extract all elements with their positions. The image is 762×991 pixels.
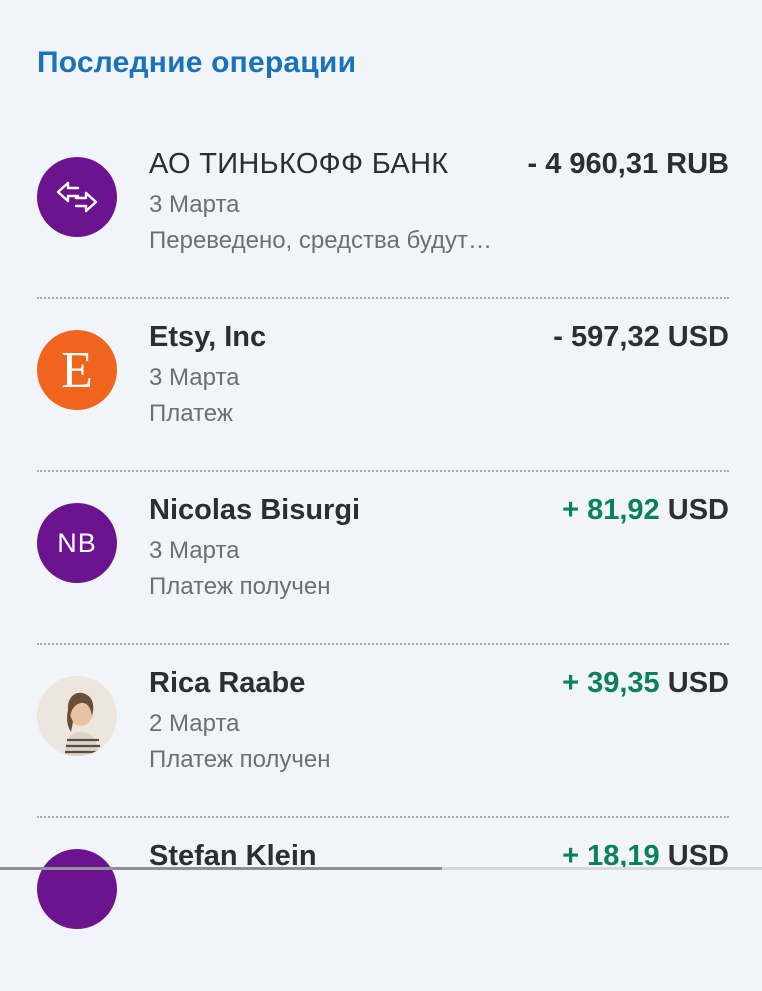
transaction-name: Etsy, Inc bbox=[149, 321, 267, 353]
amount-value: - 597,32 bbox=[553, 321, 660, 353]
transaction-status: Платеж получен bbox=[149, 746, 331, 773]
transaction-name: АО ТИНЬКОФФ БАНК bbox=[149, 148, 449, 180]
amount-currency: USD bbox=[667, 667, 729, 699]
transaction-avatar: NB bbox=[37, 503, 117, 583]
transaction-amount: - 4 960,31 RUB bbox=[527, 148, 729, 181]
amount-currency: USD bbox=[667, 494, 729, 526]
transaction-row[interactable]: Rica Raabe 2 Марта Платеж получен + 39,3… bbox=[0, 645, 762, 818]
transaction-avatar bbox=[37, 157, 117, 237]
transaction-status: Платеж bbox=[149, 400, 233, 427]
amount-value: - 4 960,31 bbox=[527, 148, 659, 180]
transaction-avatar bbox=[37, 676, 117, 756]
transaction-amount: + 81,92 USD bbox=[562, 494, 729, 527]
transaction-row[interactable]: АО ТИНЬКОФФ БАНК 3 Марта Переведено, сре… bbox=[0, 126, 762, 299]
transaction-name: Nicolas Bisurgi bbox=[149, 494, 361, 526]
section-title: Последние операции bbox=[37, 46, 357, 79]
transaction-amount: + 39,35 USD bbox=[562, 667, 729, 700]
avatar-initials: NB bbox=[57, 527, 97, 558]
transaction-date: 3 Марта bbox=[149, 537, 240, 564]
transaction-status: Платеж получен bbox=[149, 573, 331, 600]
transfer-arrows-icon bbox=[56, 181, 98, 213]
transaction-row[interactable]: NB Nicolas Bisurgi 3 Марта Платеж получе… bbox=[0, 472, 762, 645]
transaction-amount: - 597,32 USD bbox=[553, 321, 729, 354]
amount-value: + 39,35 bbox=[562, 667, 660, 699]
transaction-date: 3 Марта bbox=[149, 191, 240, 218]
etsy-logo-letter: E bbox=[61, 342, 93, 399]
transaction-row[interactable]: Stefan Klein + 18,19 USD bbox=[0, 818, 762, 991]
transaction-avatar bbox=[37, 849, 117, 929]
amount-currency: RUB bbox=[666, 148, 729, 180]
transaction-row[interactable]: E Etsy, Inc 3 Марта Платеж - 597,32 USD bbox=[0, 299, 762, 472]
recent-activity-page: Последние операции АО ТИНЬКОФФ БАНК 3 Ма… bbox=[0, 0, 762, 929]
amount-currency: USD bbox=[667, 321, 729, 353]
transaction-name: Rica Raabe bbox=[149, 667, 306, 699]
transaction-date: 2 Марта bbox=[149, 710, 240, 737]
transaction-avatar: E bbox=[37, 330, 117, 410]
user-photo-avatar bbox=[37, 676, 117, 756]
amount-value: + 81,92 bbox=[562, 494, 660, 526]
transaction-status: Переведено, средства будут… bbox=[149, 227, 492, 254]
transaction-date: 3 Марта bbox=[149, 364, 240, 391]
